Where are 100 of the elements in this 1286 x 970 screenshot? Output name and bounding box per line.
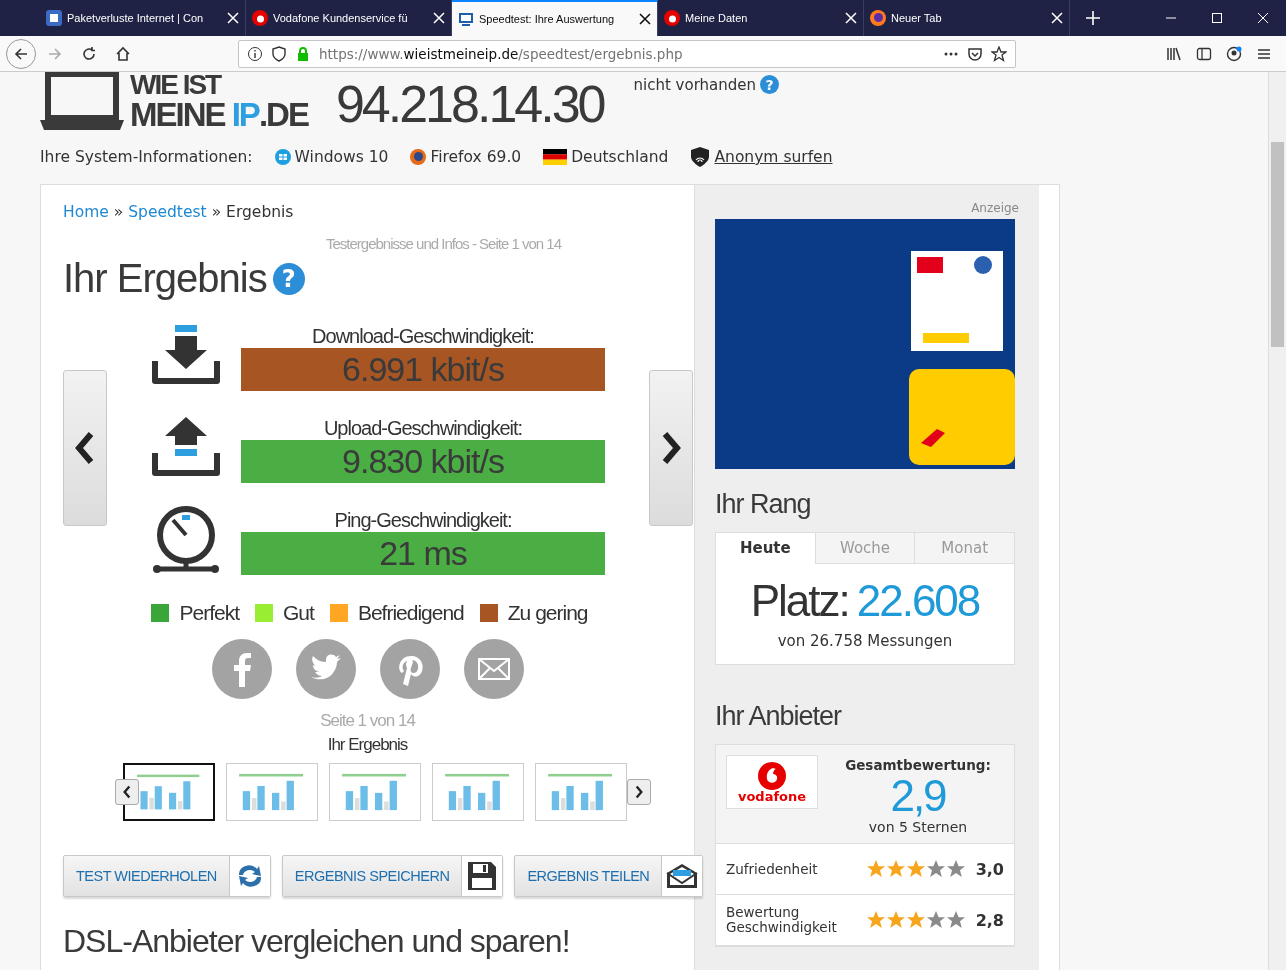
laptop-icon: [40, 72, 124, 130]
tab-favicon-icon: [46, 10, 62, 26]
tab-favicon-icon: [870, 10, 886, 26]
legend-label: Perfekt: [179, 601, 239, 625]
overall-rating-note: von 5 Sternen: [868, 819, 968, 836]
shield-icon[interactable]: [271, 45, 287, 62]
thumbnail-next-button[interactable]: [627, 779, 651, 805]
help-icon[interactable]: ?: [760, 75, 779, 94]
vpn-shield-icon: [690, 147, 711, 167]
url-text: https://www.wieistmeineip.de/speedtest/ergebnis.php: [319, 45, 684, 62]
tab-favicon-icon: [252, 10, 268, 26]
speed-label: Download-Geschwindigkeit:: [312, 324, 534, 348]
german-flag-icon: [543, 149, 568, 165]
pocket-icon[interactable]: [967, 45, 983, 62]
ad-label: Anzeige: [970, 201, 1019, 215]
star-icon: [885, 859, 906, 880]
speed-result-bar: 21 ms: [241, 532, 605, 575]
star-icon[interactable]: [991, 45, 1007, 62]
system-info-text: Firefox 69.0: [430, 148, 522, 166]
speech-mark-icon: [758, 761, 786, 790]
page-subtitle: Testergebnisse und Infos - Seite 1 von 14: [325, 235, 563, 252]
system-info-text: Windows 10: [294, 148, 389, 166]
star-icon: [905, 910, 926, 931]
star-icon: [945, 859, 966, 880]
page-indicator: Seite 1 von 14: [319, 711, 417, 731]
speed-label: Ping-Geschwindigkeit:: [334, 508, 512, 532]
back-arrow-icon[interactable]: [13, 45, 29, 62]
maximize-icon[interactable]: [1209, 10, 1225, 26]
star-icon: [865, 859, 886, 880]
star-icon: [865, 910, 886, 931]
upload-icon: [151, 417, 221, 479]
monitor-icon: [458, 11, 474, 27]
provider-logo-text: vodafone: [737, 789, 807, 803]
home-icon[interactable]: [115, 45, 131, 62]
rating-label: Zufriedenheit: [726, 861, 819, 877]
info-icon[interactable]: [247, 45, 263, 62]
rating-value: 3,0: [975, 859, 1004, 879]
system-info-label: Ihre System-Informationen:: [40, 148, 253, 166]
star-icon: [925, 859, 946, 880]
action-button[interactable]: ERGEBNIS SPEICHERN: [281, 855, 504, 897]
chevron-left-icon: [122, 785, 132, 799]
overall-rating-label: Gesamtbewertung:: [845, 757, 991, 773]
legend-label: Gut: [283, 601, 314, 625]
tab-favicon-icon: [664, 10, 680, 26]
legend-label: Zu gering: [507, 601, 588, 625]
windows-icon: [274, 149, 291, 165]
close-icon[interactable]: [1255, 10, 1271, 26]
breadcrumb-link[interactable]: Speedtest: [128, 203, 207, 221]
rating-label: Bewertung Geschwindigkeit: [726, 905, 838, 936]
star-icon: [945, 910, 966, 931]
envelope-icon: [666, 863, 699, 889]
provider-heading: Ihr Anbieter: [715, 701, 843, 732]
address-bar[interactable]: https://www.wieistmeineip.de/speedtest/ergebnis.php: [238, 39, 1016, 68]
rank-tab[interactable]: Monat: [914, 533, 1014, 564]
rank-tab[interactable]: Woche: [814, 533, 915, 564]
breadcrumb-current: Ergebnis: [226, 203, 294, 221]
breadcrumb-separator: »: [211, 203, 222, 221]
rank-value: 22.608: [856, 576, 980, 626]
library-icon[interactable]: [1166, 45, 1182, 62]
download-icon: [151, 325, 221, 387]
result-heading: Ihr Ergebnis: [63, 256, 267, 301]
legend-label: Befriedigend: [357, 601, 464, 625]
ip-address: 94.218.14.30: [335, 78, 604, 130]
firefox-icon: [410, 149, 427, 165]
speed-label: Upload-Geschwindigkeit:: [323, 416, 523, 440]
rank-heading: Ihr Rang: [715, 489, 812, 520]
anonymous-surfing-link[interactable]: Anonym surfen: [714, 148, 833, 166]
close-icon[interactable]: [639, 13, 651, 25]
help-icon[interactable]: ?: [272, 262, 305, 295]
reload-icon[interactable]: [81, 45, 97, 62]
logo-text: MEINE IP.DE: [130, 98, 308, 130]
system-info-text: Deutschland: [571, 148, 669, 166]
breadcrumb-separator: »: [113, 203, 124, 221]
page-title: Ihr Ergebnis: [326, 735, 409, 755]
action-button[interactable]: TEST WIEDERHOLEN: [63, 855, 271, 897]
next-button[interactable]: [649, 370, 693, 526]
action-button[interactable]: ERGEBNIS TEILEN: [514, 855, 704, 897]
breadcrumb-link[interactable]: Home: [63, 203, 109, 221]
rank-note: von 26.758 Messungen: [776, 632, 954, 650]
lock-icon[interactable]: [295, 45, 311, 62]
speed-result-bar: 6.991 kbit/s: [241, 348, 605, 391]
chevron-right-icon: [634, 785, 644, 799]
gauge-icon: [151, 505, 221, 575]
star-icon: [925, 910, 946, 931]
account-icon[interactable]: [1226, 45, 1242, 62]
overall-rating-value: 2,9: [890, 773, 946, 820]
star-icon: [885, 910, 906, 931]
browser-tab[interactable]: Speedtest: Ihre Auswertung: [452, 0, 658, 36]
star-icon: [905, 859, 926, 880]
new-tab-icon[interactable]: [1085, 10, 1101, 26]
logo-text: WIE IST: [130, 72, 222, 99]
speed-result-bar: 9.830 kbit/s: [241, 440, 605, 483]
scrollbar-thumb[interactable]: [1271, 142, 1284, 347]
thumbnail-previous-button[interactable]: [115, 779, 139, 805]
rating-value: 2,8: [975, 910, 1004, 930]
section-heading: DSL-Anbieter vergleichen und sparen!: [63, 923, 571, 960]
rank-label: Platz:: [750, 576, 849, 626]
sidebar-icon[interactable]: [1196, 45, 1212, 62]
previous-button[interactable]: [63, 370, 107, 526]
ipv6-status: nicht vorhanden: [633, 75, 756, 94]
